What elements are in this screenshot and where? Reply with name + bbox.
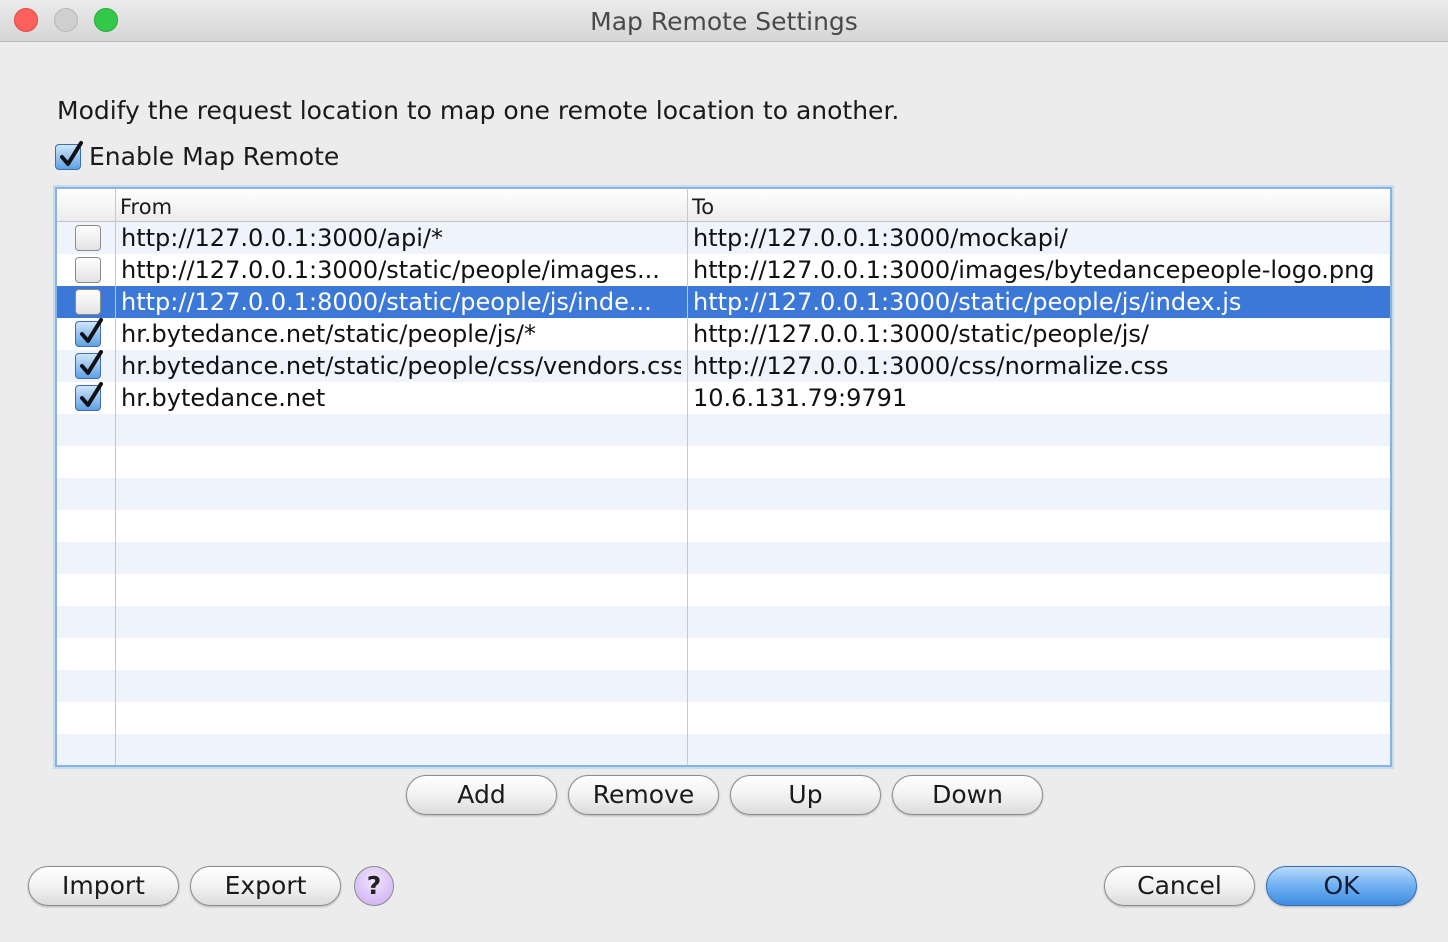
column-divider	[115, 189, 116, 765]
empty-row	[57, 414, 1390, 446]
from-cell: hr.bytedance.net	[121, 384, 326, 412]
table-row[interactable]: hr.bytedance.net 10.6.131.79:9791	[57, 382, 1390, 414]
title-bar: Map Remote Settings	[0, 0, 1448, 42]
import-button[interactable]: Import	[28, 866, 179, 906]
empty-row	[57, 638, 1390, 670]
to-cell: http://127.0.0.1:3000/images/bytedancepe…	[693, 256, 1375, 284]
row-enabled-cell	[57, 318, 115, 350]
row-checkbox-unchecked[interactable]	[75, 225, 101, 251]
from-cell: hr.bytedance.net/static/people/css/vendo…	[121, 352, 681, 380]
down-button[interactable]: Down	[892, 775, 1043, 815]
row-checkbox-checked[interactable]	[75, 382, 103, 411]
window-title: Map Remote Settings	[590, 7, 858, 36]
mappings-table[interactable]: From To http://127.0.0.1:3000/api/* http:…	[55, 187, 1392, 767]
row-checkbox-checked[interactable]	[75, 350, 103, 379]
row-enabled-cell	[57, 254, 115, 286]
empty-row	[57, 670, 1390, 702]
row-enabled-cell	[57, 382, 115, 414]
to-cell: http://127.0.0.1:3000/mockapi/	[693, 224, 1068, 252]
help-button[interactable]: ?	[354, 866, 394, 906]
table-row[interactable]: hr.bytedance.net/static/people/css/vendo…	[57, 350, 1390, 382]
row-enabled-cell	[57, 350, 115, 382]
checkbox-checked-icon[interactable]	[55, 140, 83, 170]
from-cell: http://127.0.0.1:3000/api/*	[121, 224, 443, 252]
from-cell: hr.bytedance.net/static/people/js/*	[121, 320, 537, 348]
ok-button[interactable]: OK	[1266, 866, 1417, 906]
up-button[interactable]: Up	[730, 775, 881, 815]
to-cell: http://127.0.0.1:3000/static/people/js/	[693, 320, 1149, 348]
cancel-button[interactable]: Cancel	[1104, 866, 1255, 906]
column-divider	[687, 189, 688, 765]
empty-row	[57, 574, 1390, 606]
enable-map-remote-label: Enable Map Remote	[89, 142, 340, 171]
remove-button[interactable]: Remove	[568, 775, 719, 815]
to-cell: http://127.0.0.1:3000/static/people/js/i…	[693, 288, 1242, 316]
empty-row	[57, 542, 1390, 574]
empty-row	[57, 606, 1390, 638]
table-body: http://127.0.0.1:3000/api/* http://127.0.…	[57, 222, 1390, 765]
empty-row	[57, 734, 1390, 765]
table-row[interactable]: http://127.0.0.1:3000/static/people/imag…	[57, 254, 1390, 286]
empty-row	[57, 510, 1390, 542]
table-row[interactable]: http://127.0.0.1:8000/static/people/js/i…	[57, 286, 1390, 318]
row-enabled-cell	[57, 286, 115, 318]
column-header-from[interactable]: From	[115, 189, 687, 221]
empty-row	[57, 478, 1390, 510]
from-cell: http://127.0.0.1:3000/static/people/imag…	[121, 256, 660, 284]
empty-row	[57, 702, 1390, 734]
enable-map-remote-checkbox[interactable]: Enable Map Remote	[55, 140, 340, 171]
row-enabled-cell	[57, 222, 115, 254]
from-cell: http://127.0.0.1:8000/static/people/js/i…	[121, 288, 652, 316]
add-button[interactable]: Add	[406, 775, 557, 815]
table-row[interactable]: http://127.0.0.1:3000/api/* http://127.0.…	[57, 222, 1390, 254]
export-button[interactable]: Export	[190, 866, 341, 906]
description-text: Modify the request location to map one r…	[57, 96, 900, 125]
to-cell: http://127.0.0.1:3000/css/normalize.css	[693, 352, 1169, 380]
row-checkbox-checked[interactable]	[75, 318, 103, 347]
table-row[interactable]: hr.bytedance.net/static/people/js/* http:…	[57, 318, 1390, 350]
column-header-to[interactable]: To	[687, 189, 1387, 221]
row-checkbox-unchecked[interactable]	[75, 289, 101, 315]
to-cell: 10.6.131.79:9791	[693, 384, 908, 412]
empty-row	[57, 446, 1390, 478]
row-checkbox-unchecked[interactable]	[75, 257, 101, 283]
table-header: From To	[57, 189, 1390, 222]
